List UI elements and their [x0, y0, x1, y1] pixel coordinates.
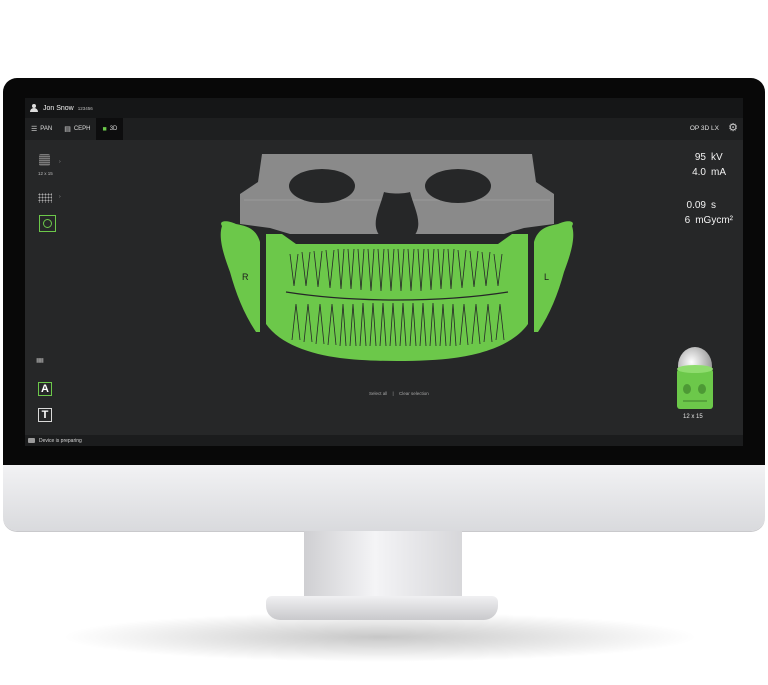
- clear-selection-link[interactable]: Clear selection: [399, 391, 429, 396]
- chevron-right-icon[interactable]: ›: [59, 194, 61, 200]
- status-text: Device is preparing: [39, 437, 82, 444]
- fov-preview-icon[interactable]: [671, 345, 719, 413]
- ma-readout: 4.0 mA: [692, 167, 733, 178]
- patient-name[interactable]: Jon Snow: [43, 105, 74, 112]
- menu-icon: ☰: [31, 125, 38, 133]
- title-bar: Jon Snow 123456: [25, 98, 743, 118]
- tab-ceph[interactable]: ▤ CEPH: [58, 118, 96, 140]
- cube-icon: ■: [102, 125, 107, 133]
- ma-value: 4.0: [692, 167, 706, 178]
- patient-size-icon[interactable]: ▮▮▮: [36, 357, 44, 364]
- device-name: OP 3D LX: [689, 125, 719, 132]
- user-icon: [30, 104, 38, 112]
- time-readout: 0.09 s: [687, 200, 733, 211]
- skull-region-selector[interactable]: R L: [214, 154, 580, 364]
- selection-separator: |: [392, 391, 394, 396]
- select-all-link[interactable]: Select all: [369, 391, 387, 396]
- kv-readout: 95 kV: [695, 152, 733, 163]
- resolution-icon[interactable]: [38, 193, 52, 203]
- monitor-stand-base: [266, 596, 498, 620]
- tab-pan[interactable]: ☰ PAN: [25, 118, 58, 140]
- fov-preview-label: 12 x 15: [683, 414, 703, 420]
- patient-id: 123456: [77, 105, 93, 111]
- side-left-label: L: [544, 272, 549, 282]
- side-right-label: R: [242, 272, 249, 282]
- gear-icon[interactable]: ⚙: [728, 121, 738, 135]
- fov-size-icon[interactable]: [39, 154, 50, 166]
- ceph-icon: ▤: [64, 125, 71, 133]
- device-icon: [28, 438, 35, 443]
- dose-value: 6: [684, 215, 691, 226]
- dose-unit: mGycm²: [695, 215, 733, 226]
- ma-unit: mA: [711, 167, 726, 178]
- annotation-a-button[interactable]: A: [38, 382, 52, 396]
- chevron-right-icon[interactable]: ›: [59, 159, 61, 165]
- monitor-stand-neck: [304, 531, 462, 599]
- tab-pan-label: PAN: [40, 126, 53, 132]
- fov-size-label: 12 x 15: [38, 171, 53, 176]
- tab-3d[interactable]: ■ 3D: [96, 118, 124, 140]
- jaw-selected-region[interactable]: [220, 221, 574, 361]
- text-tool-button[interactable]: T: [38, 408, 52, 422]
- time-unit: s: [711, 200, 716, 211]
- time-value: 0.09: [686, 200, 706, 211]
- tab-bar: ☰ PAN ▤ CEPH ■ 3D OP 3D LX ⚙: [25, 118, 743, 140]
- kv-value: 95: [694, 152, 706, 163]
- target-icon[interactable]: [39, 215, 56, 232]
- selection-actions: Select all | Clear selection: [367, 391, 431, 396]
- tab-ceph-label: CEPH: [73, 126, 91, 132]
- monitor-chin: [3, 465, 765, 531]
- kv-unit: kV: [711, 152, 723, 163]
- app-screen: Jon Snow 123456 ☰ PAN ▤ CEPH ■ 3D OP 3D …: [25, 98, 743, 446]
- dose-readout: 6 mGycm²: [685, 215, 733, 226]
- status-bar: Device is preparing: [25, 435, 743, 446]
- tab-3d-label: 3D: [109, 126, 118, 132]
